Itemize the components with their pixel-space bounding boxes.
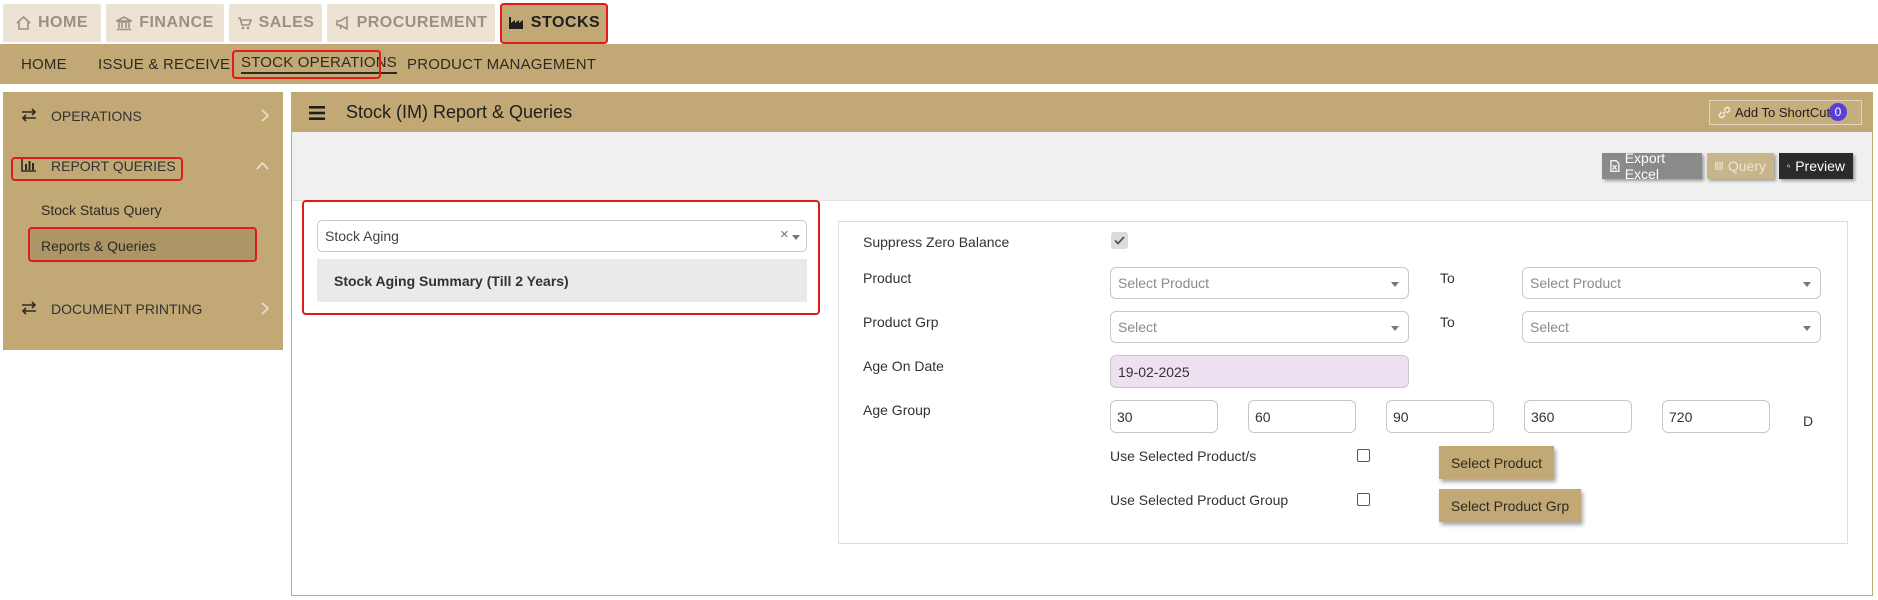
- suppress-zero-balance-label: Suppress Zero Balance: [863, 234, 1010, 250]
- tab-finance-label: FINANCE: [139, 14, 214, 31]
- cart-icon: [237, 17, 252, 30]
- subnav-issue-receive-label: ISSUE & RECEIVE: [98, 55, 231, 73]
- tab-procurement[interactable]: PROCUREMENT: [327, 4, 495, 42]
- tab-stocks[interactable]: STOCKS: [500, 4, 608, 42]
- tab-procurement-label: PROCUREMENT: [356, 14, 488, 31]
- suppress-zero-balance-checkbox[interactable]: [1111, 232, 1128, 249]
- age-group-3-input[interactable]: 90: [1386, 400, 1494, 433]
- bar-chart-icon: [21, 159, 36, 172]
- product-from-placeholder: Select Product: [1118, 275, 1210, 291]
- product-grp-to-placeholder: Select: [1530, 319, 1569, 335]
- chevron-right-icon: [261, 109, 269, 122]
- product-grp-to-select[interactable]: Select: [1522, 311, 1821, 343]
- use-selected-product-label: Use Selected Product/s: [1110, 448, 1257, 464]
- sidebar-item-operations[interactable]: OPERATIONS: [3, 98, 283, 134]
- chevron-down-icon: [792, 235, 800, 240]
- transfer-icon: [21, 108, 37, 122]
- tab-sales-label: SALES: [258, 14, 315, 31]
- file-excel-icon: [1610, 160, 1620, 172]
- query-button[interactable]: Query: [1707, 153, 1774, 179]
- sidebar-item-report-queries-label: REPORT QUERIES: [51, 158, 176, 174]
- sidebar-item-reports-queries[interactable]: Reports & Queries: [41, 238, 156, 254]
- chevron-right-icon: [261, 302, 269, 315]
- table-icon: [1715, 162, 1723, 170]
- subnav-product-management-label: PRODUCT MANAGEMENT: [407, 55, 597, 73]
- query-label: Query: [1727, 158, 1766, 174]
- report-option-stock-aging-summary[interactable]: Stock Aging Summary (Till 2 Years): [317, 259, 807, 302]
- age-on-date-label: Age On Date: [863, 358, 944, 374]
- product-grp-from-select[interactable]: Select: [1110, 311, 1409, 343]
- shortcut-count-badge: 0: [1829, 103, 1847, 121]
- age-group-1-input[interactable]: 30: [1110, 400, 1218, 433]
- tab-finance[interactable]: FINANCE: [106, 4, 224, 42]
- tab-stocks-label: STOCKS: [530, 14, 601, 31]
- use-selected-product-checkbox[interactable]: [1357, 449, 1370, 462]
- age-group-4-input[interactable]: 360: [1524, 400, 1632, 433]
- chevron-down-icon: [1391, 326, 1399, 331]
- product-to-label: To: [1440, 270, 1455, 286]
- home-icon: [16, 16, 31, 30]
- factory-icon: [508, 17, 523, 29]
- product-label: Product: [863, 270, 912, 286]
- check-icon: [1114, 236, 1125, 245]
- subnav-home-label: HOME: [21, 55, 67, 73]
- age-unit-label: D: [1803, 413, 1814, 429]
- sidebar-item-operations-label: OPERATIONS: [51, 108, 142, 124]
- product-grp-from-placeholder: Select: [1118, 319, 1157, 335]
- tab-sales[interactable]: SALES: [229, 4, 322, 42]
- chevron-down-icon: [1391, 282, 1399, 287]
- product-to-select[interactable]: Select Product: [1522, 267, 1821, 299]
- search-icon: [1787, 164, 1791, 168]
- product-from-select[interactable]: Select Product: [1110, 267, 1409, 299]
- subnav-issue-receive[interactable]: ISSUE & RECEIVE: [98, 44, 230, 84]
- hamburger-menu-icon[interactable]: [309, 106, 325, 120]
- sidebar-item-report-queries[interactable]: REPORT QUERIES: [3, 148, 283, 184]
- link-icon: [1718, 106, 1731, 119]
- report-type-value: Stock Aging: [325, 228, 399, 244]
- sidebar-item-document-printing[interactable]: DOCUMENT PRINTING: [3, 291, 283, 327]
- use-selected-group-checkbox[interactable]: [1357, 493, 1370, 506]
- export-excel-label: Export Excel: [1624, 150, 1666, 182]
- preview-button[interactable]: Preview: [1779, 153, 1853, 179]
- age-group-2-input[interactable]: 60: [1248, 400, 1356, 433]
- product-to-placeholder: Select Product: [1530, 275, 1622, 291]
- preview-label: Preview: [1795, 158, 1845, 174]
- export-excel-button[interactable]: Export Excel: [1602, 150, 1702, 182]
- select-product-grp-button[interactable]: Select Product Grp: [1439, 489, 1581, 522]
- transfer-icon: [21, 301, 37, 315]
- page-title: Stock (IM) Report & Queries: [346, 102, 573, 122]
- age-group-label: Age Group: [863, 402, 931, 418]
- add-to-shortcut-label: Add To ShortCut: [1735, 105, 1831, 120]
- report-option-label: Stock Aging Summary (Till 2 Years): [334, 273, 569, 289]
- subnav-stock-operations[interactable]: STOCK OPERATIONS: [241, 44, 398, 84]
- chevron-down-icon: [1803, 282, 1811, 287]
- megaphone-icon: [335, 16, 348, 30]
- tab-home[interactable]: HOME: [3, 4, 101, 42]
- subnav-stock-operations-label: STOCK OPERATIONS: [241, 54, 398, 74]
- tab-home-label: HOME: [38, 14, 88, 31]
- sidebar-item-document-printing-label: DOCUMENT PRINTING: [51, 301, 203, 317]
- product-grp-to-label: To: [1440, 314, 1455, 330]
- select-product-button[interactable]: Select Product: [1439, 446, 1554, 479]
- subnav-product-management[interactable]: PRODUCT MANAGEMENT: [407, 44, 596, 84]
- chevron-down-icon: [1803, 326, 1811, 331]
- chevron-up-icon: [256, 162, 269, 170]
- product-grp-label: Product Grp: [863, 314, 939, 330]
- age-group-5-input[interactable]: 720: [1662, 400, 1770, 433]
- clear-icon[interactable]: ×: [780, 226, 789, 243]
- use-selected-group-label: Use Selected Product Group: [1110, 492, 1289, 508]
- subnav-home[interactable]: HOME: [21, 44, 67, 84]
- report-type-select[interactable]: Stock Aging ×: [317, 220, 807, 252]
- bank-icon: [116, 15, 133, 30]
- age-on-date-input[interactable]: 19-02-2025: [1110, 355, 1409, 388]
- sidebar-item-stock-status-query[interactable]: Stock Status Query: [41, 202, 162, 218]
